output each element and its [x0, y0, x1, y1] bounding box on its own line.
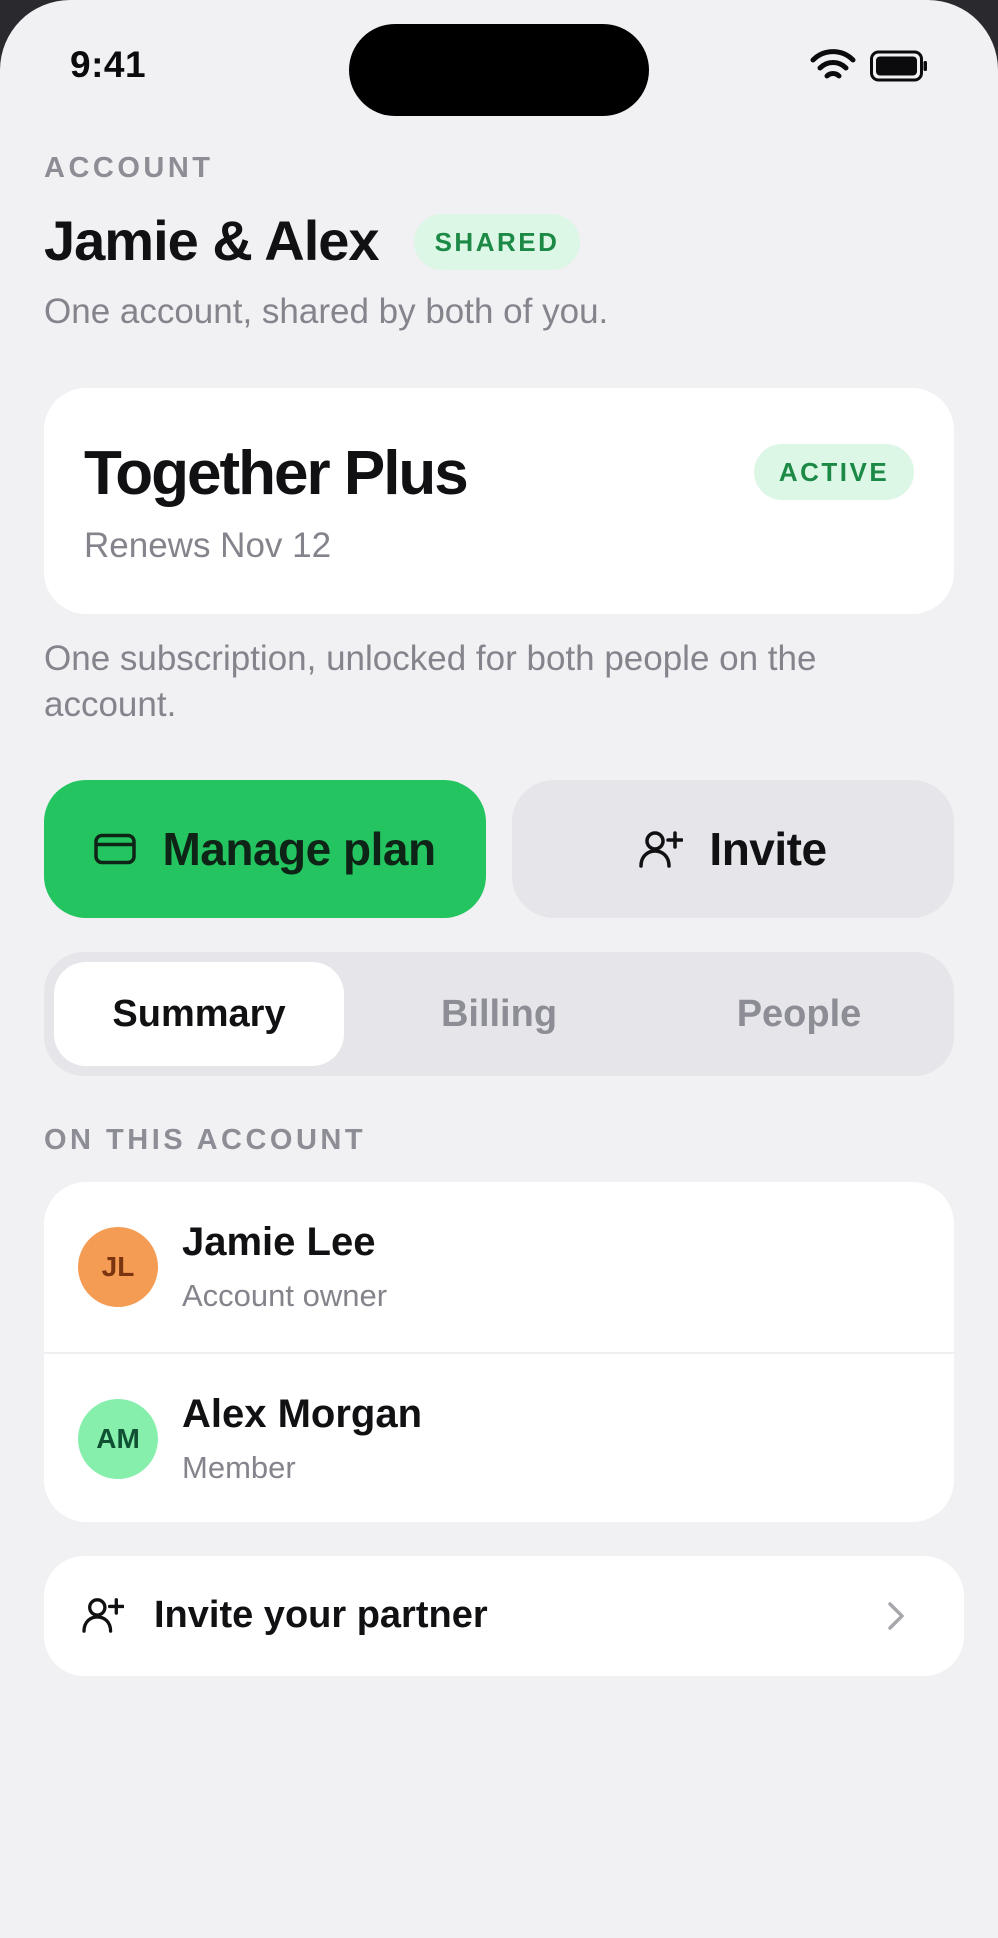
plan-note: One subscription, unlocked for both peop…: [44, 639, 817, 724]
chevron-right-icon: [888, 1602, 904, 1630]
shared-badge: SHARED: [414, 214, 580, 270]
add-person-icon: [82, 1598, 124, 1633]
member-role: Member: [182, 1450, 296, 1485]
dynamic-island: [349, 24, 649, 116]
invite-label: Invite: [709, 823, 827, 875]
avatar: AM: [78, 1399, 158, 1479]
credit-card-icon: [94, 833, 137, 865]
member-name: Jamie Lee: [182, 1220, 376, 1264]
tab-billing[interactable]: Billing: [354, 962, 644, 1066]
invite-partner-row[interactable]: Invite your partner: [44, 1556, 964, 1676]
people-list: JL Jamie Lee Account owner AM Alex Morga…: [44, 1182, 954, 1522]
plan-renewal-date: Renews Nov 12: [84, 526, 332, 565]
member-name: Alex Morgan: [182, 1392, 423, 1436]
account-eyebrow: ACCOUNT: [44, 152, 214, 184]
segmented-tabs: Summary Billing People: [44, 952, 954, 1076]
tab-people[interactable]: People: [654, 962, 944, 1066]
battery-icon: [870, 50, 927, 82]
wifi-icon: [810, 49, 856, 79]
manage-plan-label: Manage plan: [162, 823, 436, 875]
people-section-title: ON THIS ACCOUNT: [44, 1124, 367, 1156]
manage-plan-button[interactable]: Manage plan: [44, 780, 486, 918]
account-title: Jamie & Alex: [44, 209, 380, 272]
status-time: 9:41: [70, 44, 147, 85]
list-item[interactable]: JL Jamie Lee Account owner: [44, 1182, 954, 1352]
account-subtitle: One account, shared by both of you.: [44, 292, 609, 331]
plan-name: Together Plus: [84, 439, 469, 508]
tab-summary[interactable]: Summary: [54, 962, 344, 1066]
member-role: Account owner: [182, 1278, 388, 1313]
avatar: JL: [78, 1227, 158, 1307]
invite-partner-label: Invite your partner: [154, 1594, 488, 1636]
plan-status-badge: ACTIVE: [754, 444, 914, 500]
add-person-icon: [639, 831, 684, 868]
list-item[interactable]: AM Alex Morgan Member: [44, 1352, 954, 1522]
invite-button[interactable]: Invite: [512, 780, 954, 918]
app-screen: 9:41 ACCOUNT Jamie & Alex SHARED One acc…: [0, 0, 998, 1938]
plan-card: Together Plus Renews Nov 12 ACTIVE: [44, 388, 954, 614]
